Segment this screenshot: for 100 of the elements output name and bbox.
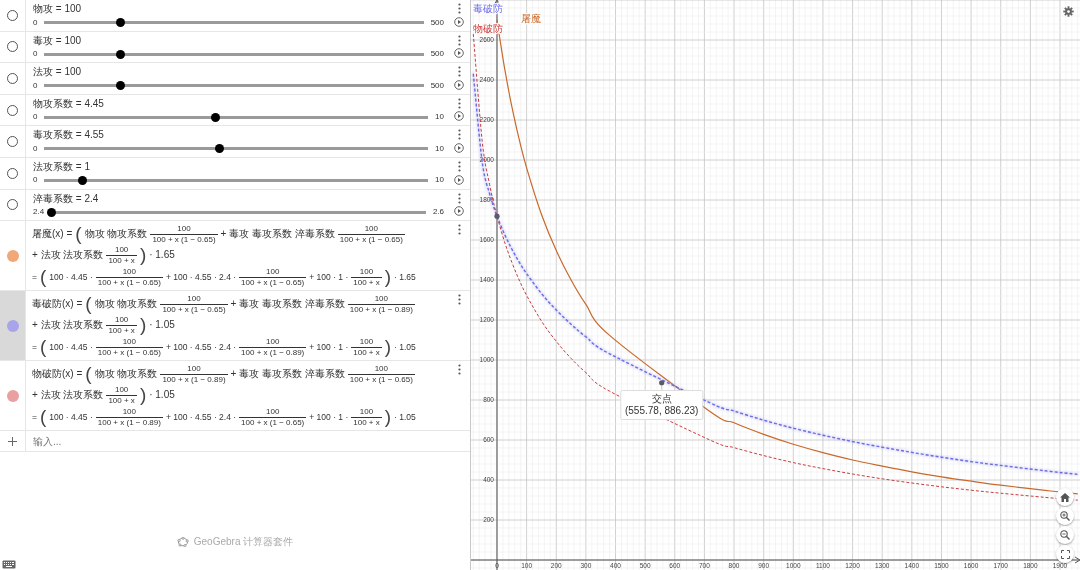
fraction-numerator: 100 <box>122 267 137 277</box>
slider-min: 0 <box>33 174 38 187</box>
color-dot[interactable] <box>6 389 19 402</box>
fraction-numerator: 100 <box>359 407 374 417</box>
more-icon[interactable] <box>457 3 461 14</box>
slider-max: 500 <box>430 48 444 61</box>
fraction-numerator: 100 <box>359 267 374 277</box>
formula-text: + 100 · 1 · <box>309 341 349 354</box>
slider-track[interactable] <box>44 21 424 24</box>
fraction-denominator: 100 + x (1 − 0.65) <box>239 416 307 428</box>
slider-thumb[interactable] <box>115 49 125 59</box>
play-icon[interactable] <box>454 142 464 153</box>
more-icon[interactable] <box>457 66 461 78</box>
fraction-numerator: 100 <box>187 294 201 304</box>
formula-text: + 100 · 1 · <box>309 411 349 424</box>
formula-text: 屠魔(x) = <box>32 228 73 241</box>
slider-max: 10 <box>435 111 444 124</box>
leader-line <box>661 382 663 391</box>
slider-thumb[interactable] <box>210 112 220 122</box>
input-field[interactable]: 输入... <box>26 431 470 452</box>
fraction-denominator: 100 + x <box>351 276 382 288</box>
slider-track[interactable] <box>44 115 429 119</box>
intersection-point[interactable] <box>659 380 665 386</box>
slider-track[interactable] <box>44 52 424 56</box>
slider-label: 淬毒系数 = 2.4 <box>33 191 100 205</box>
formula-text: 物攻 物攻系数 <box>94 368 158 381</box>
more-icon[interactable] <box>457 129 461 141</box>
color-dot[interactable] <box>6 319 19 332</box>
more-icon[interactable] <box>457 97 461 109</box>
play-icon[interactable] <box>454 174 464 185</box>
formula-text: + 法攻 法攻系数 <box>32 319 104 332</box>
settings-icon[interactable] <box>1063 6 1074 17</box>
formula-text: + 法攻 法攻系数 <box>32 389 104 402</box>
color-dot[interactable] <box>6 249 19 262</box>
fraction-denominator: 100 + x <box>106 324 137 336</box>
slider-label: 法攻 = 100 <box>33 65 83 79</box>
slider-max: 2.6 <box>432 206 444 219</box>
more-icon[interactable] <box>457 160 461 172</box>
home-icon <box>1060 492 1070 502</box>
parenthesis: ( <box>39 407 47 428</box>
more-icon[interactable] <box>457 294 461 306</box>
logo-icon <box>176 536 189 547</box>
fraction-numerator: 100 <box>122 337 137 347</box>
slider-track[interactable] <box>44 84 424 88</box>
slider-track[interactable] <box>44 147 429 151</box>
fraction-denominator: 100 + x <box>106 254 137 266</box>
play-icon[interactable] <box>454 206 464 217</box>
formula-text: 100 · 4.45 · <box>49 411 93 424</box>
fraction-numerator: 100 <box>187 364 201 374</box>
slider-thumb[interactable] <box>214 144 224 154</box>
more-icon[interactable] <box>457 224 461 236</box>
fullscreen-button[interactable] <box>1056 545 1074 563</box>
slider-min: 0 <box>33 79 38 92</box>
formula-text: + 100 · 4.55 · 2.4 · <box>165 411 237 424</box>
slider-thumb[interactable] <box>46 207 56 217</box>
slider-thumb[interactable] <box>115 18 125 27</box>
play-icon[interactable] <box>454 111 464 122</box>
play-icon[interactable] <box>454 79 464 90</box>
parenthesis: ( <box>85 294 92 315</box>
slider-thumb[interactable] <box>115 81 125 91</box>
more-icon[interactable] <box>457 34 461 46</box>
more-icon[interactable] <box>457 364 461 376</box>
formula-text: + 100 · 4.55 · 2.4 · <box>165 341 237 354</box>
intersection-point[interactable] <box>494 213 500 219</box>
fraction-numerator: 100 <box>266 337 280 347</box>
fraction-denominator: 100 + x <box>351 346 382 358</box>
parenthesis: ) <box>384 407 392 428</box>
parenthesis: ) <box>139 245 147 266</box>
fraction-numerator: 100 <box>114 315 129 325</box>
fraction-denominator: 100 + x <box>106 394 137 406</box>
play-icon[interactable] <box>454 48 464 59</box>
formula-text: · 1.05 <box>149 389 175 402</box>
zoom-in-icon <box>1060 511 1070 521</box>
fraction-numerator: 100 <box>359 337 374 347</box>
formula-text: + 100 · 1 · <box>309 271 349 284</box>
fraction-denominator: 100 + x (1 − 0.65) <box>150 233 218 245</box>
fraction-denominator: 100 + x <box>351 416 382 428</box>
formula-text: + 毒攻 毒攻系数 淬毒系数 <box>220 228 335 241</box>
formula-text: = <box>32 341 37 354</box>
play-icon[interactable] <box>454 16 464 27</box>
zoom-in-button[interactable] <box>1056 507 1074 525</box>
parenthesis: ( <box>75 224 82 245</box>
add-icon[interactable] <box>8 436 17 446</box>
parenthesis: ) <box>384 267 392 288</box>
fraction-denominator: 100 + x (1 − 0.89) <box>347 303 415 315</box>
slider-track[interactable] <box>44 178 429 182</box>
fraction-denominator: 100 + x (1 − 0.89) <box>95 416 163 428</box>
formula-text: 100 · 4.45 · <box>49 271 93 284</box>
slider-thumb[interactable] <box>78 175 88 185</box>
parenthesis: ) <box>139 385 147 406</box>
fraction-denominator: 100 + x (1 − 0.65) <box>337 233 405 245</box>
formula-text: + 法攻 法攻系数 <box>32 249 104 262</box>
keyboard-icon[interactable] <box>2 560 16 569</box>
formula-text: 物攻 物攻系数 <box>84 228 148 241</box>
zoom-out-button[interactable] <box>1056 526 1074 544</box>
slider-min: 0 <box>33 142 38 155</box>
slider-max: 500 <box>430 79 444 92</box>
point-tooltip: 交点 (555.78, 886.23) <box>620 389 704 420</box>
slider-min: 0 <box>33 16 38 29</box>
more-icon[interactable] <box>457 192 461 204</box>
